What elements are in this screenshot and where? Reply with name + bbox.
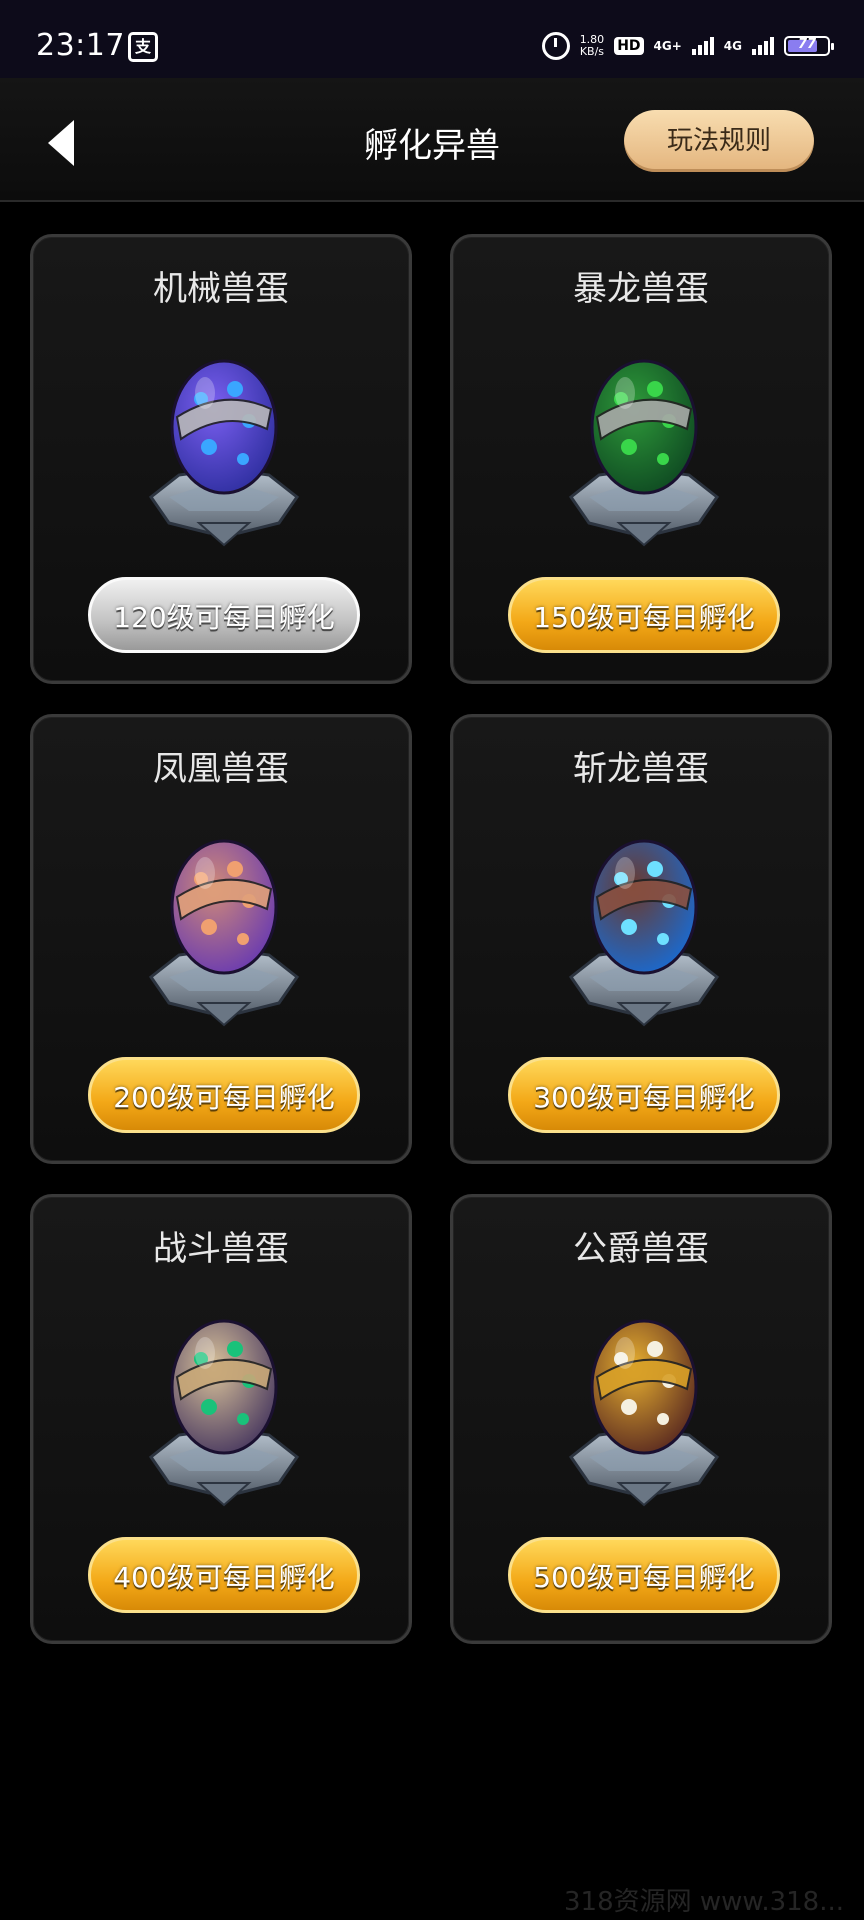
- network-speed-unit: KB/s: [579, 45, 605, 58]
- duke-egg-icon: [568, 1319, 720, 1507]
- hatch-level-badge[interactable]: 200级可每日孵化: [88, 1057, 360, 1133]
- sim2-signal-icon: [752, 37, 774, 55]
- status-bar: 23:17 支 1.80 KB/s HD 4G+ 4G 77: [0, 0, 864, 78]
- egg-card-phoenix[interactable]: 凤凰兽蛋 200级可每日孵化: [30, 714, 412, 1164]
- network-speed: 1.80 KB/s: [580, 34, 605, 58]
- hatch-level-badge[interactable]: 120级可每日孵化: [88, 577, 360, 653]
- alarm-icon: [541, 32, 570, 60]
- watermark: 318资源网 www.318...: [564, 1887, 844, 1917]
- battery-level: 77: [797, 37, 817, 52]
- egg-name: 凤凰兽蛋: [153, 749, 289, 789]
- hd-voice-icon: HD: [614, 37, 644, 55]
- egg-card-battle[interactable]: 战斗兽蛋 400级可每日孵化: [30, 1194, 412, 1644]
- hatch-level-badge[interactable]: 300级可每日孵化: [508, 1057, 780, 1133]
- egg-card-duke[interactable]: 公爵兽蛋 500级可每日孵化: [450, 1194, 832, 1644]
- hatch-level-badge[interactable]: 150级可每日孵化: [508, 577, 780, 653]
- egg-name: 战斗兽蛋: [153, 1229, 289, 1269]
- battle-egg-icon: [148, 1319, 300, 1507]
- status-time: 23:17: [36, 28, 125, 63]
- egg-name: 斩龙兽蛋: [573, 749, 709, 789]
- tyrannosaur-egg-icon: [568, 359, 720, 547]
- sim2-network-label: 4G: [723, 39, 742, 53]
- battery-icon: 77: [784, 36, 834, 56]
- egg-card-tyrannosaur[interactable]: 暴龙兽蛋 150级可每日孵化: [450, 234, 832, 684]
- egg-name: 暴龙兽蛋: [573, 269, 709, 309]
- egg-card-dragon-slayer[interactable]: 斩龙兽蛋 300级可每日孵化: [450, 714, 832, 1164]
- sim1-signal-icon: [691, 37, 714, 55]
- egg-name: 机械兽蛋: [153, 269, 289, 309]
- alipay-notification-icon: 支: [128, 32, 158, 62]
- sim1-network-label: 4G+: [653, 39, 682, 53]
- egg-name: 公爵兽蛋: [573, 1229, 709, 1269]
- page-header: 孵化异兽 玩法规则: [0, 78, 864, 202]
- phoenix-egg-icon: [148, 839, 300, 1027]
- hatch-level-badge[interactable]: 500级可每日孵化: [508, 1537, 780, 1613]
- game-rules-button[interactable]: 玩法规则: [624, 110, 814, 172]
- status-indicators: 1.80 KB/s HD 4G+ 4G 77: [541, 28, 834, 64]
- mechanical-egg-icon: [148, 359, 300, 547]
- hatch-level-badge[interactable]: 400级可每日孵化: [88, 1537, 360, 1613]
- dragon-slayer-egg-icon: [568, 839, 720, 1027]
- egg-card-mechanical[interactable]: 机械兽蛋 120级可每日孵化: [30, 234, 412, 684]
